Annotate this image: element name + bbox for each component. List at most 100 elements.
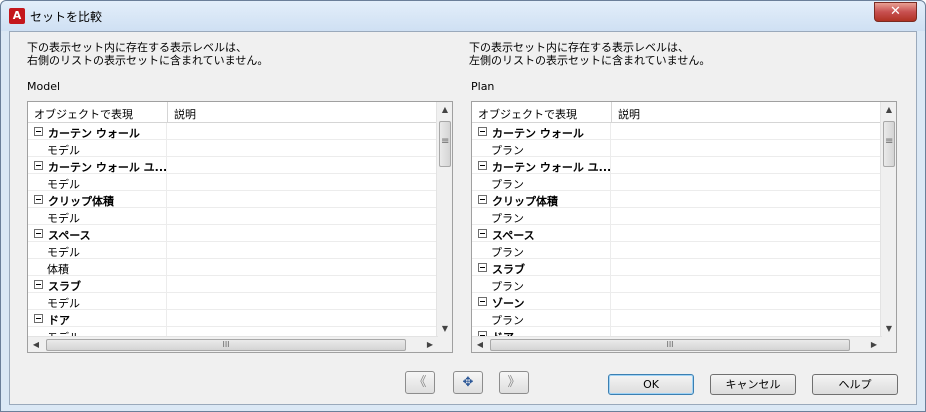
object-cell: カーテン ウォール: [472, 123, 611, 140]
level-label: モデル: [47, 246, 80, 259]
group-row[interactable]: クリップ体積: [472, 191, 882, 208]
right-vertical-scroll-thumb[interactable]: [883, 121, 895, 167]
left-column-object[interactable]: オブジェクトで表現: [34, 106, 133, 122]
level-label: プラン: [491, 178, 524, 191]
right-column-object[interactable]: オブジェクトで表現: [478, 106, 577, 122]
right-vertical-scrollbar[interactable]: ▲ ▼: [880, 102, 896, 337]
object-cell: スラブ: [472, 259, 611, 276]
left-column-description[interactable]: 説明: [174, 106, 196, 122]
level-row[interactable]: プラン: [472, 310, 882, 327]
collapse-toggle-icon[interactable]: [478, 161, 487, 170]
collapse-toggle-icon[interactable]: [478, 229, 487, 238]
object-cell: モデル: [28, 242, 167, 259]
left-grid-rows: カーテン ウォール モデル カーテン ウォール ユ... モデル クリップ体積 モデル スペ…: [28, 123, 438, 337]
level-row[interactable]: モデル: [28, 140, 438, 157]
scroll-left-arrow-icon[interactable]: ◀: [28, 337, 44, 352]
move-right-button[interactable]: 》: [499, 371, 529, 394]
move-left-button[interactable]: 《: [405, 371, 435, 394]
column-separator[interactable]: [167, 102, 168, 123]
object-cell: モデル: [28, 174, 167, 191]
level-row[interactable]: モデル: [28, 293, 438, 310]
group-row[interactable]: カーテン ウォール: [472, 123, 882, 140]
cancel-button[interactable]: キャンセル: [710, 374, 796, 395]
level-label: プラン: [491, 212, 524, 225]
scroll-right-arrow-icon[interactable]: ▶: [866, 337, 882, 352]
group-label: スラブ: [492, 263, 525, 276]
group-label: ドア: [48, 314, 70, 327]
left-vertical-scrollbar[interactable]: ▲ ▼: [436, 102, 452, 337]
scroll-right-arrow-icon[interactable]: ▶: [422, 337, 438, 352]
scroll-down-arrow-icon[interactable]: ▼: [437, 321, 452, 337]
collapse-toggle-icon[interactable]: [34, 195, 43, 204]
collapse-toggle-icon[interactable]: [34, 161, 43, 170]
level-row[interactable]: プラン: [472, 174, 882, 191]
collapse-toggle-icon[interactable]: [478, 263, 487, 272]
group-row[interactable]: クリップ体積: [28, 191, 438, 208]
level-row[interactable]: モデル: [28, 208, 438, 225]
group-row[interactable]: カーテン ウォール ユ...: [472, 157, 882, 174]
right-column-description[interactable]: 説明: [618, 106, 640, 122]
level-row[interactable]: プラン: [472, 208, 882, 225]
collapse-toggle-icon[interactable]: [478, 127, 487, 136]
group-row[interactable]: スラブ: [28, 276, 438, 293]
object-cell: モデル: [28, 293, 167, 310]
object-cell: スラブ: [28, 276, 167, 293]
collapse-toggle-icon[interactable]: [34, 229, 43, 238]
right-description: 下の表示セット内に存在する表示レベルは、 左側のリストの表示セットに含まれていま…: [469, 41, 710, 67]
group-row[interactable]: スペース: [28, 225, 438, 242]
level-row[interactable]: プラン: [472, 276, 882, 293]
left-horizontal-scrollbar[interactable]: ◀ III ▶: [28, 336, 452, 352]
object-cell: プラン: [472, 310, 611, 327]
column-separator[interactable]: [611, 102, 612, 123]
collapse-toggle-icon[interactable]: [34, 127, 43, 136]
level-label: 体積: [47, 263, 69, 276]
collapse-toggle-icon[interactable]: [34, 280, 43, 289]
object-cell: プラン: [472, 140, 611, 157]
right-description-line1: 下の表示セット内に存在する表示レベルは、: [469, 41, 689, 54]
object-cell: プラン: [472, 276, 611, 293]
group-row[interactable]: スラブ: [472, 259, 882, 276]
group-row[interactable]: カーテン ウォール ユ...: [28, 157, 438, 174]
group-label: カーテン ウォール: [48, 127, 140, 140]
title-bar[interactable]: A セットを比較 ✕: [1, 1, 925, 31]
close-button[interactable]: ✕: [874, 2, 917, 22]
left-grid-header: オブジェクトで表現 説明: [28, 102, 438, 123]
group-row[interactable]: ゾーン: [472, 293, 882, 310]
object-cell: モデル: [28, 140, 167, 157]
object-cell: 体積: [28, 259, 167, 276]
scroll-up-arrow-icon[interactable]: ▲: [437, 102, 452, 118]
scroll-corner: [882, 336, 896, 352]
level-row[interactable]: 体積: [28, 259, 438, 276]
group-label: スペース: [48, 229, 91, 242]
scroll-down-arrow-icon[interactable]: ▼: [881, 321, 896, 337]
add-level-button[interactable]: ✥: [453, 371, 483, 394]
left-vertical-scroll-thumb[interactable]: [439, 121, 451, 167]
level-row[interactable]: モデル: [28, 174, 438, 191]
left-grid[interactable]: オブジェクトで表現 説明 カーテン ウォール モデル カーテン ウォール ユ... モ…: [27, 101, 453, 353]
left-description-line1: 下の表示セット内に存在する表示レベルは、: [27, 41, 247, 54]
level-row[interactable]: プラン: [472, 242, 882, 259]
group-label: スラブ: [48, 280, 81, 293]
ok-button[interactable]: OK: [608, 374, 694, 395]
level-row[interactable]: モデル: [28, 242, 438, 259]
right-horizontal-scrollbar[interactable]: ◀ III ▶: [472, 336, 896, 352]
object-cell: クリップ体積: [472, 191, 611, 208]
left-horizontal-scroll-thumb[interactable]: III: [46, 339, 406, 351]
scroll-left-arrow-icon[interactable]: ◀: [472, 337, 488, 352]
collapse-toggle-icon[interactable]: [34, 314, 43, 323]
level-row[interactable]: プラン: [472, 140, 882, 157]
group-row[interactable]: ドア: [28, 310, 438, 327]
level-label: プラン: [491, 144, 524, 157]
group-row[interactable]: スペース: [472, 225, 882, 242]
object-cell: スペース: [28, 225, 167, 242]
help-button[interactable]: ヘルプ: [812, 374, 898, 395]
left-description: 下の表示セット内に存在する表示レベルは、 右側のリストの表示セットに含まれていま…: [27, 41, 268, 67]
group-row[interactable]: カーテン ウォール: [28, 123, 438, 140]
scroll-up-arrow-icon[interactable]: ▲: [881, 102, 896, 118]
right-horizontal-scroll-thumb[interactable]: III: [490, 339, 850, 351]
right-grid[interactable]: オブジェクトで表現 説明 カーテン ウォール プラン カーテン ウォール ユ... プ…: [471, 101, 897, 353]
collapse-toggle-icon[interactable]: [478, 195, 487, 204]
object-cell: スペース: [472, 225, 611, 242]
group-label: ゾーン: [492, 297, 525, 310]
collapse-toggle-icon[interactable]: [478, 297, 487, 306]
